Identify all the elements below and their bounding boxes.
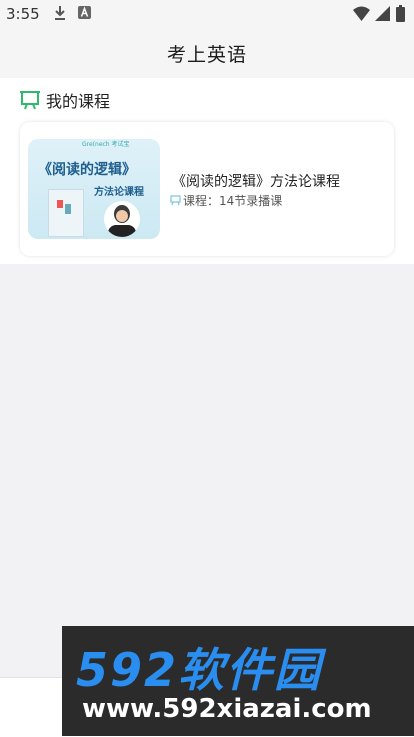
cover-logo: Gre(nech 考试宝 <box>82 141 130 148</box>
section-header: 我的课程 <box>20 88 110 112</box>
watermark-url: www.592xiazai.com <box>82 694 372 724</box>
page-title: 考上英语 <box>166 43 247 66</box>
a-icon <box>78 6 91 19</box>
my-courses-panel: 我的课程 Gre(nech 考试宝 《阅读的逻辑》 方法论课程 《阅读的逻辑》方… <box>0 78 414 264</box>
lesson-icon <box>170 195 181 206</box>
cover-subtitle: 方法论课程 <box>94 187 144 198</box>
presentation-board-icon <box>20 91 40 110</box>
signal-icon <box>375 6 390 21</box>
instructor-avatar <box>104 201 140 237</box>
course-card[interactable]: Gre(nech 考试宝 《阅读的逻辑》 方法论课程 《阅读的逻辑》方法论课程 … <box>20 122 394 256</box>
course-title: 《阅读的逻辑》方法论课程 <box>172 174 340 190</box>
course-cover-image: Gre(nech 考试宝 《阅读的逻辑》 方法论课程 <box>28 139 160 239</box>
book-illustration <box>48 189 84 237</box>
battery-icon <box>396 5 405 22</box>
status-bar: 3:55 <box>0 0 414 28</box>
course-meta: 课程：14节录播课 <box>170 192 282 209</box>
cover-title: 《阅读的逻辑》 <box>38 162 136 178</box>
status-time: 3:55 <box>6 5 40 23</box>
section-title: 我的课程 <box>46 92 111 111</box>
course-lesson-count: 课程：14节录播课 <box>183 194 283 208</box>
watermark-banner: 592软件园 www.592xiazai.com <box>62 626 414 736</box>
watermark-brand: 592软件园 <box>76 643 323 697</box>
download-icon <box>55 6 65 20</box>
app-bar: 考上英语 <box>0 28 414 78</box>
wifi-icon <box>353 6 370 21</box>
